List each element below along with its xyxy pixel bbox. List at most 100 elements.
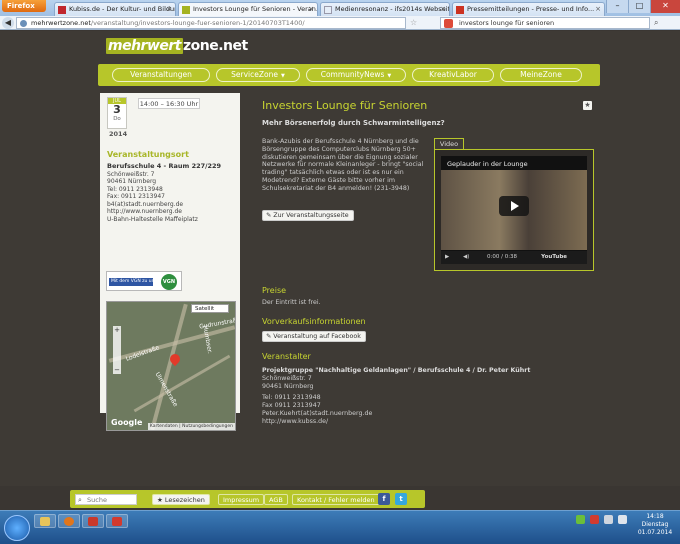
zoom-out-icon[interactable]: − [113, 366, 121, 374]
logo-mehrwert: mehrwert [106, 38, 183, 54]
mehrwertzone-favicon-icon [182, 6, 190, 14]
taskbar-firefox-icon[interactable] [58, 514, 80, 528]
web-page: mehrwert zone.net Veranstaltungen Service… [0, 31, 680, 486]
clock-date: 01.07.2014 [637, 529, 673, 536]
zoom-slider[interactable] [113, 334, 121, 366]
main-menu: Veranstaltungen ServiceZone ▼ CommunityNe… [98, 64, 600, 86]
menu-meinezone[interactable]: MeineZone [500, 68, 582, 82]
event-subtitle: Mehr Börsenerfolg durch Schwarmintellige… [262, 119, 445, 127]
preise-heading: Preise [262, 286, 287, 295]
venue-email-link[interactable]: b4(at)stadt.nuernberg.de [107, 201, 237, 209]
search-bar[interactable]: investors lounge für senioren [440, 17, 650, 29]
date-year: 2014 [109, 130, 128, 138]
menu-veranstaltungen[interactable]: Veranstaltungen [112, 68, 210, 82]
vgn-logo-icon: VGN [161, 274, 177, 290]
play-small-icon[interactable]: ▶ [445, 254, 449, 260]
kubiss-favicon-icon [58, 6, 66, 14]
venue-fax: Fax: 0911 2313947 [107, 193, 165, 200]
tab-label: Investors Lounge für Senioren - Veran... [193, 5, 318, 13]
bookmark-star-icon[interactable]: ☆ [410, 18, 417, 27]
event-title: Investors Lounge für Senioren [262, 99, 428, 112]
impressum-link[interactable]: Impressum [218, 494, 265, 505]
taskbar-app-icon[interactable] [82, 514, 104, 528]
organizer-tel: Tel: 0911 2313948 [262, 394, 321, 402]
zoom-in-icon[interactable]: + [113, 326, 121, 334]
clock-weekday: Dienstag [641, 521, 669, 528]
navigation-bar: ◀ mehrwertzone.net/veranstaltung/investo… [0, 16, 680, 30]
url-path: /veranstaltung/investors-lounge-fuer-sen… [90, 19, 305, 27]
site-identity-icon[interactable] [20, 20, 27, 27]
search-bar-text: investors lounge für senioren [459, 19, 555, 27]
twitter-icon[interactable]: t [395, 493, 407, 505]
tab-medienresonanz[interactable]: Medienresonanz - ifs2014s Webseite! × [320, 2, 450, 16]
url-bar[interactable]: mehrwertzone.net/veranstaltung/investors… [16, 17, 406, 29]
tab-strip: Firefox Kubiss.de - Der Kultur- und Bild… [0, 0, 680, 16]
taskbar-app-icon[interactable] [106, 514, 128, 528]
tab-close-icon[interactable]: × [595, 3, 601, 16]
taskbar-clock[interactable]: 14:18 Dienstag 01.07.2014 [633, 513, 677, 537]
tab-close-icon[interactable]: × [166, 3, 172, 16]
menu-kreativlabor[interactable]: KreativLabor [412, 68, 494, 82]
contact-link[interactable]: Kontakt / Fehler melden [292, 494, 380, 505]
event-sidebar: JUL 3 Do 2014 14:00 – 16:30 Uhr Veransta… [100, 93, 240, 431]
chevron-down-icon: ▼ [387, 73, 392, 79]
firefox-menu-button[interactable]: Firefox [2, 0, 46, 12]
tab-investors-lounge[interactable]: Investors Lounge für Senioren - Veran...… [178, 2, 318, 16]
tray-network-icon[interactable] [604, 515, 613, 524]
venue-tel: Tel: 0911 2313948 [107, 185, 163, 193]
map-street-label: Humbser. [201, 324, 214, 355]
agb-link[interactable]: AGB [264, 494, 288, 505]
search-engine-icon[interactable] [444, 19, 453, 28]
organizer-details: Projektgruppe "Nachhaltige Geldanlagen" … [262, 367, 542, 426]
start-button[interactable] [4, 515, 30, 541]
venue-details: Berufsschule 4 - Raum 227/229 Schönweißs… [107, 162, 237, 223]
tab-pressemitteilungen[interactable]: Pressemitteilungen - Presse- und Info...… [452, 2, 605, 16]
organizer-street: Schönweißstr. 7 [262, 374, 312, 382]
menu-communitynews[interactable]: CommunityNews ▼ [306, 68, 406, 82]
footer-search-input[interactable]: ⌕ Suche [75, 494, 137, 505]
tab-close-icon[interactable]: × [440, 3, 446, 16]
button-label: Lesezeichen [164, 496, 205, 504]
google-logo: Google [111, 418, 143, 427]
menu-servicezone[interactable]: ServiceZone ▼ [216, 68, 300, 82]
menu-label: Veranstaltungen [130, 70, 192, 79]
tab-kubiss[interactable]: Kubiss.de - Der Kultur- und Bildungss...… [54, 2, 176, 16]
tab-close-icon[interactable]: × [308, 3, 314, 16]
back-arrow-icon[interactable]: ◀ [2, 17, 14, 29]
venue-page-button[interactable]: ✎ Zur Veranstaltungsseite [262, 210, 354, 221]
chevron-down-icon: ▼ [280, 73, 285, 79]
facebook-icon[interactable]: f [378, 493, 390, 505]
map-type-select[interactable]: Satellit [191, 304, 229, 313]
play-icon[interactable] [499, 196, 529, 216]
taskbar-explorer-icon[interactable] [34, 514, 56, 528]
veranstalter-heading: Veranstalter [262, 352, 311, 361]
maximize-icon[interactable]: □ [628, 0, 650, 13]
location-map[interactable]: Satellit + − Gudrunstraße Humbser. Lodels… [106, 301, 236, 431]
organizer-web-link[interactable]: http://www.kubss.de/ [262, 418, 542, 426]
tab-label: Medienresonanz - ifs2014s Webseite! [335, 5, 450, 13]
favorite-star-icon[interactable]: ★ [583, 101, 592, 110]
tray-app-icon[interactable] [590, 515, 599, 524]
facebook-event-button[interactable]: ✎ Veranstaltung auf Facebook [262, 331, 366, 342]
minimize-icon[interactable]: – [606, 0, 628, 13]
search-icon[interactable]: ⌕ [654, 18, 658, 28]
map-zoom-control[interactable]: + − [113, 326, 121, 374]
video-title[interactable]: Geplauder in der Lounge [447, 160, 528, 168]
date-weekday: Do [113, 116, 121, 122]
tray-security-icon[interactable] [576, 515, 585, 524]
map-street-label: Lodelstraße [124, 344, 161, 363]
youtube-logo[interactable]: YouTube [541, 251, 567, 264]
close-window-icon[interactable]: ✕ [650, 0, 680, 13]
organizer-name: Projektgruppe "Nachhaltige Geldanlagen" … [262, 367, 531, 374]
vgn-banner[interactable]: Mit dem VGN zu uns VGN [106, 271, 182, 291]
bookmarks-button[interactable]: ★ Lesezeichen [152, 494, 210, 505]
organizer-email-link[interactable]: Peter.Kuehrt(at)stadt.nuernberg.de [262, 410, 542, 418]
venue-web-link[interactable]: http://www.nuernberg.de [107, 208, 237, 216]
map-attribution[interactable]: Kartendaten | Nutzungsbedingungen [147, 423, 235, 430]
video-player[interactable]: Geplauder in der Lounge ▶ ◀) 0:00 / 0:38… [441, 156, 587, 264]
site-logo[interactable]: mehrwert zone.net [106, 38, 248, 58]
volume-icon[interactable]: ◀) [463, 254, 469, 260]
tray-volume-icon[interactable] [618, 515, 627, 524]
star-icon: ★ [157, 496, 165, 504]
menu-label: KreativLabor [429, 70, 477, 79]
